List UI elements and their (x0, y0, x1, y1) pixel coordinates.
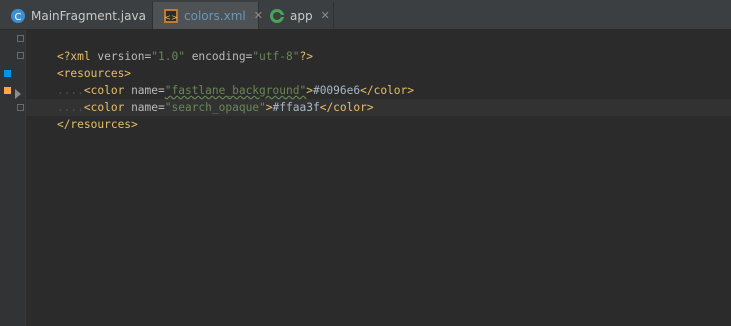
tab-colors-xml[interactable]: <> colors.xml ✕ (153, 2, 263, 29)
code-line: </resources> (30, 99, 138, 131)
attr-encoding: encoding= (184, 50, 253, 63)
color-swatch-icon[interactable] (4, 87, 11, 94)
code-line: ....<color name="fastlane_background">#0… (30, 65, 414, 97)
fold-marker[interactable] (17, 52, 24, 59)
xml-decl-close: ?> (299, 50, 313, 63)
code-line: <resources> (30, 48, 131, 80)
tab-mainfragment-java[interactable]: C MainFragment.java ✕ (0, 2, 163, 29)
fold-marker[interactable] (17, 104, 24, 111)
caret-marker-icon (15, 89, 21, 99)
xml-values-icon: <> (163, 8, 179, 24)
value-name: "search_opaque" (164, 101, 266, 114)
code-editor[interactable]: <?xml version="1.0" encoding="utf-8"?> <… (26, 30, 731, 326)
color-swatch-icon[interactable] (4, 70, 11, 77)
code-line: <?xml version="1.0" encoding="utf-8"?> (30, 31, 313, 63)
svg-text:<>: <> (164, 13, 177, 22)
resources-close-tag: </resources> (56, 118, 138, 131)
tab-label: MainFragment.java (31, 8, 146, 23)
code-line: ....<color name="search_opaque">#ffaa3f<… (30, 82, 374, 114)
close-icon[interactable]: ✕ (321, 9, 330, 22)
value-version: "1.0" (151, 50, 185, 63)
tag-close: > (265, 101, 273, 114)
color-close-tag: </color> (319, 101, 374, 114)
value-encoding: "utf-8" (252, 50, 300, 63)
editor-tab-bar: C MainFragment.java ✕ <> colors.xml ✕ ap… (0, 0, 731, 30)
color-value: #ffaa3f (272, 101, 320, 114)
tab-app[interactable]: app ✕ (259, 2, 334, 29)
java-class-icon: C (10, 8, 26, 24)
tab-label: colors.xml (184, 8, 246, 23)
editor-gutter (0, 30, 26, 326)
fold-marker[interactable] (17, 35, 24, 42)
tab-label: app (290, 8, 313, 23)
gradle-module-icon (269, 8, 285, 24)
svg-text:C: C (15, 12, 22, 23)
